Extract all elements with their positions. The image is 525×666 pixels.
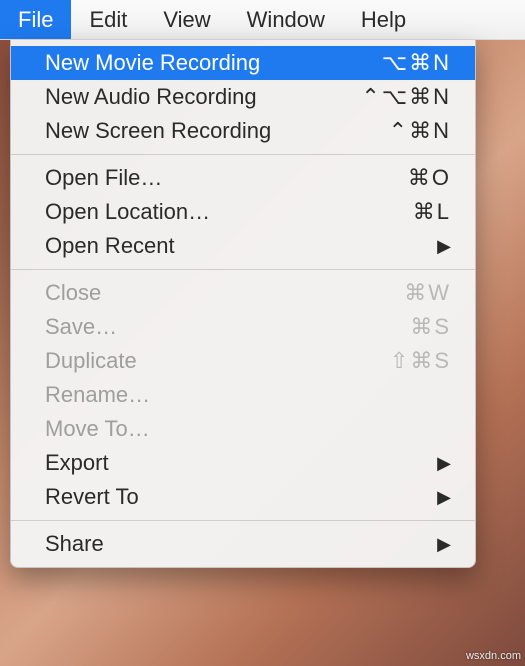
menu-item-shortcut: ⌥⌘N (341, 50, 451, 76)
menu-item-shortcut: ⌘W (341, 280, 451, 306)
menu-item-label: Share (45, 531, 425, 557)
menu-separator (11, 520, 475, 521)
menu-item-close: Close⌘W (11, 276, 475, 310)
menu-item-label: Revert To (45, 484, 425, 510)
menubar-item-label: View (163, 7, 210, 33)
submenu-arrow-icon: ▶ (437, 454, 451, 472)
menu-item-label: Save… (45, 314, 341, 340)
menubar-item-window[interactable]: Window (229, 0, 343, 39)
menubar-item-label: File (18, 7, 53, 33)
menu-separator (11, 154, 475, 155)
menubar-item-file[interactable]: File (0, 0, 71, 39)
menu-item-label: Close (45, 280, 341, 306)
menu-item-shortcut: ⌘S (341, 314, 451, 340)
menu-item-shortcut: ⌃⌥⌘N (341, 84, 451, 110)
menu-item-label: Open File… (45, 165, 341, 191)
menu-item-label: Export (45, 450, 425, 476)
menu-item-shortcut: ⌘L (341, 199, 451, 225)
menu-item-label: Move To… (45, 416, 451, 442)
menu-separator (11, 269, 475, 270)
menu-item-shortcut: ⇧⌘S (341, 348, 451, 374)
submenu-arrow-icon: ▶ (437, 488, 451, 506)
menubar-item-view[interactable]: View (145, 0, 228, 39)
menu-item-save: Save…⌘S (11, 310, 475, 344)
menu-item-label: Open Location… (45, 199, 341, 225)
menu-item-open-location[interactable]: Open Location…⌘L (11, 195, 475, 229)
menu-item-label: Open Recent (45, 233, 425, 259)
menu-item-label: New Audio Recording (45, 84, 341, 110)
menu-item-share[interactable]: Share ▶ (11, 527, 475, 561)
menubar-item-edit[interactable]: Edit (71, 0, 145, 39)
menu-item-export[interactable]: Export ▶ (11, 446, 475, 480)
watermark: wsxdn.com (466, 651, 521, 662)
menu-item-move-to: Move To… (11, 412, 475, 446)
menu-item-open-recent[interactable]: Open Recent ▶ (11, 229, 475, 263)
menu-item-revert-to[interactable]: Revert To ▶ (11, 480, 475, 514)
menubar-item-label: Edit (89, 7, 127, 33)
menubar-item-label: Help (361, 7, 406, 33)
menu-item-new-audio-recording[interactable]: New Audio Recording⌃⌥⌘N (11, 80, 475, 114)
menu-item-rename: Rename… (11, 378, 475, 412)
submenu-arrow-icon: ▶ (437, 237, 451, 255)
menu-item-new-screen-recording[interactable]: New Screen Recording⌃⌘N (11, 114, 475, 148)
menubar-item-help[interactable]: Help (343, 0, 424, 39)
menu-item-shortcut: ⌘O (341, 165, 451, 191)
menu-item-open-file[interactable]: Open File…⌘O (11, 161, 475, 195)
menu-item-label: New Screen Recording (45, 118, 341, 144)
submenu-arrow-icon: ▶ (437, 535, 451, 553)
menubar-item-label: Window (247, 7, 325, 33)
menu-item-duplicate: Duplicate⇧⌘S (11, 344, 475, 378)
menu-item-shortcut: ⌃⌘N (341, 118, 451, 144)
menu-item-label: Rename… (45, 382, 451, 408)
file-menu-dropdown: New Movie Recording⌥⌘NNew Audio Recordin… (10, 40, 476, 568)
menu-item-label: Duplicate (45, 348, 341, 374)
menu-item-new-movie-recording[interactable]: New Movie Recording⌥⌘N (11, 46, 475, 80)
menu-item-label: New Movie Recording (45, 50, 341, 76)
menubar: File Edit View Window Help (0, 0, 525, 40)
